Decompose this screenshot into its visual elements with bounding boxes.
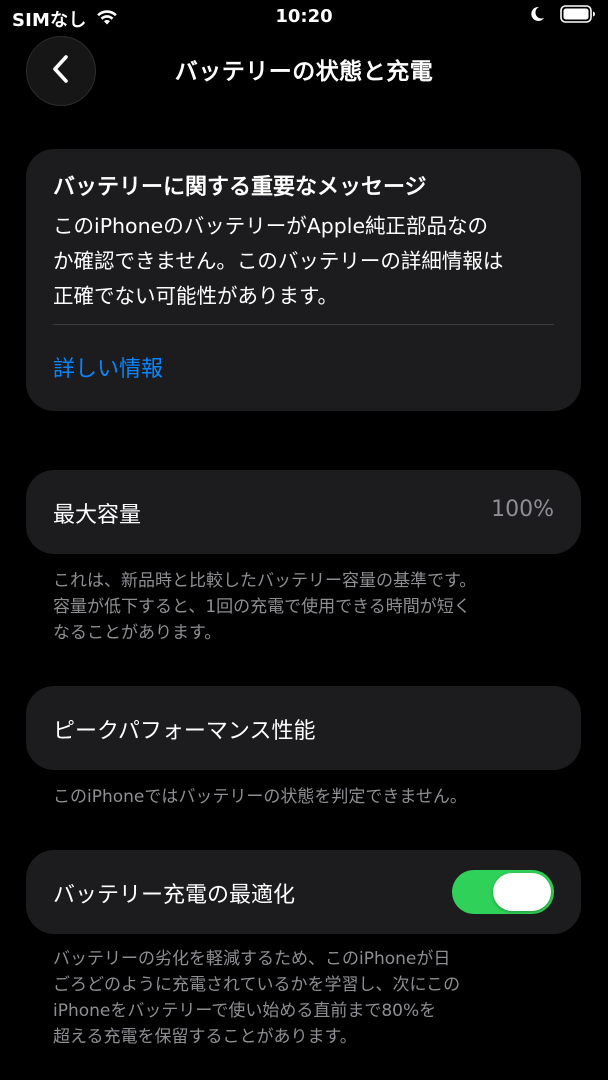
battery-health-screen: SIMなし 10:20 バッテリーの状態と充電 バッテリーに関する重要なメッセー… — [0, 0, 608, 1080]
status-time: 10:20 — [275, 6, 333, 27]
max-capacity-value: 100% — [491, 497, 554, 522]
footnote-line: 容量が低下すると、1回の充電で使用できる時間が短く — [53, 597, 471, 617]
footnote-line: バッテリーの劣化を軽減するため、このiPhoneが日 — [53, 949, 451, 969]
footnote-line: なることがあります。 — [53, 623, 222, 643]
battery-icon — [560, 4, 596, 28]
page-title: バッテリーの状態と充電 — [174, 59, 434, 85]
peak-performance-label: ピークパフォーマンス性能 — [53, 719, 316, 744]
optimized-charging-label: バッテリー充電の最適化 — [53, 883, 296, 908]
footnote-line: 超える充電を保留することがあります。 — [53, 1027, 357, 1047]
toggle-knob — [493, 873, 551, 911]
optimized-charging-footnote: バッテリーの劣化を軽減するため、このiPhoneが日 ごろどのように充電されてい… — [53, 946, 558, 1050]
max-capacity-footnote: これは、新品時と比較したバッテリー容量の基準です。 容量が低下すると、1回の充電… — [53, 568, 558, 646]
footnote-line: これは、新品時と比較したバッテリー容量の基準です。 — [53, 571, 477, 591]
peak-performance-row: ピークパフォーマンス性能 — [26, 686, 581, 770]
status-right — [528, 4, 596, 28]
optimized-charging-row: バッテリー充電の最適化 — [26, 850, 581, 934]
divider — [53, 324, 554, 325]
footnote-line: ごろどのように充電されているかを学習し、次にこの — [53, 975, 461, 995]
status-bar: SIMなし 10:20 — [0, 0, 608, 36]
message-body: このiPhoneのバッテリーがApple純正部品なの か確認できません。このバッ… — [53, 209, 565, 314]
message-body-line: このiPhoneのバッテリーがApple純正部品なの — [53, 214, 489, 238]
message-body-line: 正確でない可能性があります。 — [53, 284, 338, 308]
navigation-bar: バッテリーの状態と充電 — [0, 36, 608, 106]
max-capacity-label: 最大容量 — [53, 503, 142, 528]
peak-performance-footnote: このiPhoneではバッテリーの状態を判定できません。 — [53, 787, 467, 807]
message-body-line: か確認できません。このバッテリーの詳細情報は — [53, 249, 504, 273]
important-message-card: バッテリーに関する重要なメッセージ このiPhoneのバッテリーがApple純正… — [26, 149, 581, 411]
message-title: バッテリーに関する重要なメッセージ — [53, 175, 427, 200]
moon-icon — [528, 5, 546, 27]
optimized-charging-toggle[interactable] — [452, 870, 554, 914]
max-capacity-row: 最大容量 100% — [26, 470, 581, 554]
footnote-line: iPhoneをバッテリーで使い始める直前まで80%を — [53, 1001, 437, 1021]
learn-more-link[interactable]: 詳しい情報 — [53, 351, 163, 383]
